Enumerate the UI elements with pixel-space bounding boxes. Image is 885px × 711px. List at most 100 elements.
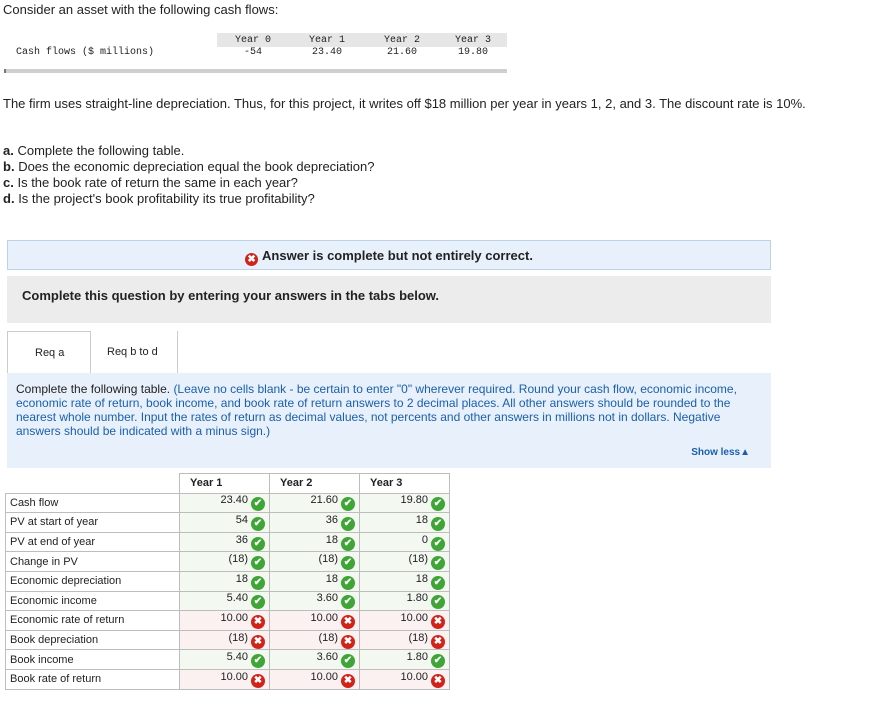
incorrect-x-icon: ✖: [341, 614, 355, 629]
answer-value: (18): [228, 631, 248, 644]
cashflow-table-divider: [4, 69, 507, 73]
answer-value: 0: [421, 533, 428, 546]
answer-cell[interactable]: 18 ✔: [359, 512, 450, 533]
question-letter: b.: [3, 159, 15, 174]
answer-cell[interactable]: (18) ✔: [269, 551, 360, 572]
correct-check-icon: ✔: [251, 556, 265, 571]
tab-req-b-to-d[interactable]: Req b to d: [91, 331, 178, 373]
answer-value: 10.00: [220, 670, 248, 683]
complete-prompt: Complete this question by entering your …: [7, 276, 771, 323]
answer-cell[interactable]: 18 ✔: [269, 531, 360, 553]
answer-cell[interactable]: 5.40 ✔: [179, 649, 270, 670]
row-label: PV at end of year: [5, 531, 180, 553]
answer-value: 5.40: [226, 592, 248, 605]
correct-check-icon: ✔: [251, 536, 265, 551]
answer-cell[interactable]: 18 ✔: [269, 570, 360, 592]
question-letter: c.: [3, 175, 14, 190]
answer-cell[interactable]: 0 ✔: [359, 531, 450, 553]
answer-cell[interactable]: (18) ✔: [359, 551, 450, 572]
answer-cell[interactable]: 54 ✔: [179, 512, 270, 533]
row-label: Book rate of return: [5, 668, 180, 690]
question-text: Is the book rate of return the same in e…: [17, 175, 298, 190]
answer-cell[interactable]: 36 ✔: [269, 512, 360, 533]
cashflow-value: 21.60: [386, 47, 417, 58]
correct-check-icon: ✔: [431, 497, 445, 512]
row-label: Cash flow: [5, 492, 180, 514]
answer-cell[interactable]: 1.80 ✔: [359, 649, 450, 670]
correct-check-icon: ✔: [341, 654, 355, 669]
answer-cell[interactable]: 10.00 ✖: [179, 668, 270, 690]
correct-check-icon: ✔: [431, 654, 445, 669]
answer-cell[interactable]: 23.40 ✔: [179, 492, 270, 514]
correct-check-icon: ✔: [431, 575, 445, 590]
answer-cell[interactable]: 19.80 ✔: [359, 492, 450, 514]
table-row: PV at end of year 36 ✔ 18 ✔ 0 ✔: [5, 531, 450, 553]
incorrect-icon: ✖: [245, 253, 259, 266]
question-item: d. Is the project's book profitability i…: [3, 191, 374, 207]
show-less-link[interactable]: Show less▲: [691, 446, 750, 460]
correct-check-icon: ✔: [431, 556, 445, 571]
answer-column-header: Year 2: [269, 473, 360, 494]
answer-cell[interactable]: (18) ✖: [179, 629, 270, 651]
question-text: Does the economic depreciation equal the…: [18, 159, 375, 174]
answer-value: 10.00: [400, 611, 428, 624]
answer-value: 3.60: [316, 651, 338, 664]
answer-cell[interactable]: 3.60 ✔: [269, 590, 360, 612]
incorrect-x-icon: ✖: [431, 614, 445, 629]
correct-check-icon: ✔: [341, 497, 355, 512]
answer-cell[interactable]: 1.80 ✔: [359, 590, 450, 612]
correct-check-icon: ✔: [251, 516, 265, 531]
answer-value: 18: [325, 572, 338, 585]
row-label: Book income: [5, 649, 180, 670]
answer-column-header: Year 3: [359, 473, 450, 494]
row-label: Book depreciation: [5, 629, 180, 651]
answer-cell[interactable]: 36 ✔: [179, 531, 270, 553]
incorrect-x-icon: ✖: [341, 673, 355, 688]
cashflow-header: Year 3: [439, 33, 507, 47]
intro-text: Consider an asset with the following cas…: [3, 2, 279, 17]
question-item: c. Is the book rate of return the same i…: [3, 175, 374, 191]
question-item: a. Complete the following table.: [3, 143, 374, 159]
question-list: a. Complete the following table. b. Does…: [3, 143, 374, 207]
cashflow-header-blank: [4, 33, 217, 47]
row-label: Economic rate of return: [5, 610, 180, 631]
answer-value: 1.80: [406, 592, 428, 605]
answer-cell[interactable]: 10.00 ✖: [179, 610, 270, 631]
answer-cell[interactable]: 10.00 ✖: [359, 668, 450, 690]
answer-value: (18): [408, 631, 428, 644]
table-row: Cash flow 23.40 ✔ 21.60 ✔ 19.80 ✔: [5, 492, 450, 514]
answer-cell[interactable]: 10.00 ✖: [359, 610, 450, 631]
row-label: Change in PV: [5, 551, 180, 572]
cashflow-header: Year 0: [217, 33, 289, 47]
cashflow-header-row: Year 0 Year 1 Year 2 Year 3: [4, 33, 507, 47]
cashflow-value: 19.80: [457, 47, 488, 58]
incorrect-x-icon: ✖: [251, 634, 265, 649]
answer-cell[interactable]: (18) ✖: [269, 629, 360, 651]
correct-check-icon: ✔: [341, 595, 355, 610]
answer-cell[interactable]: 10.00 ✖: [269, 610, 360, 631]
table-row: Economic rate of return 10.00 ✖ 10.00 ✖ 10.00…: [5, 610, 450, 631]
correct-check-icon: ✔: [251, 595, 265, 610]
cashflow-header: Year 2: [365, 33, 439, 47]
answer-cell[interactable]: 18 ✔: [359, 570, 450, 592]
answer-value: 23.40: [220, 494, 248, 507]
answer-cell[interactable]: 5.40 ✔: [179, 590, 270, 612]
correct-check-icon: ✔: [341, 536, 355, 551]
answer-value: (18): [228, 553, 248, 566]
answer-value: 1.80: [406, 651, 428, 664]
answer-cell[interactable]: (18) ✔: [179, 551, 270, 572]
answer-cell[interactable]: (18) ✖: [359, 629, 450, 651]
cashflow-table: Year 0 Year 1 Year 2 Year 3 Cash flows (…: [4, 33, 507, 61]
tab-req-a[interactable]: Req a: [7, 331, 91, 373]
cashflow-value: -54: [243, 47, 262, 58]
answer-cell[interactable]: 3.60 ✔: [269, 649, 360, 670]
answer-value: 36: [235, 533, 248, 546]
correct-check-icon: ✔: [431, 595, 445, 610]
answer-cell[interactable]: 18 ✔: [179, 570, 270, 592]
answer-cell[interactable]: 10.00 ✖: [269, 668, 360, 690]
answer-cell[interactable]: 21.60 ✔: [269, 492, 360, 514]
correct-check-icon: ✔: [251, 654, 265, 669]
correct-check-icon: ✔: [431, 516, 445, 531]
answer-value: 10.00: [310, 611, 338, 624]
table-row: Economic depreciation 18 ✔ 18 ✔ 18 ✔: [5, 570, 450, 592]
